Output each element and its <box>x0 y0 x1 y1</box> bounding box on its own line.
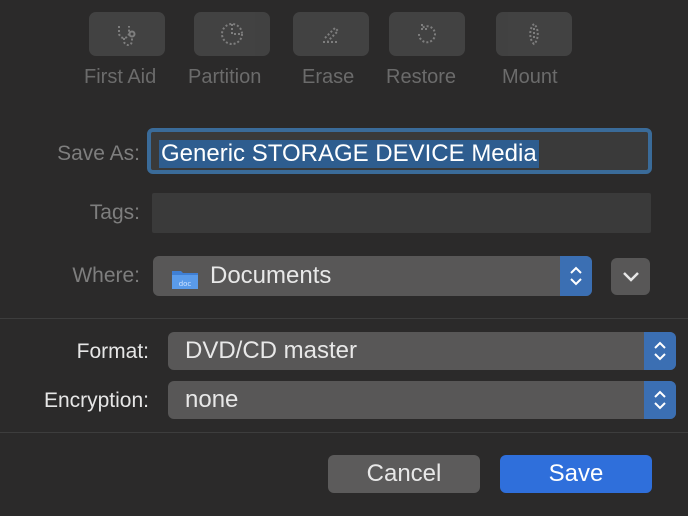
save-as-label: Save As: <box>57 142 140 165</box>
format-stepper[interactable] <box>644 332 676 370</box>
where-value: Documents <box>210 262 332 289</box>
mount-label: Mount <box>502 66 558 88</box>
stethoscope-icon <box>118 26 136 46</box>
restore-button[interactable] <box>389 12 465 56</box>
first-aid-button[interactable] <box>89 12 165 56</box>
up-down-chevron-icon <box>570 266 582 286</box>
encryption-label: Encryption: <box>43 389 149 412</box>
divider-top <box>0 318 688 319</box>
partition-label: Partition <box>188 66 262 88</box>
format-popup[interactable]: DVD/CD master <box>168 332 676 370</box>
cancel-button[interactable]: Cancel <box>328 455 480 493</box>
erase-icon <box>323 26 340 43</box>
toolbar: First Aid Partition Erase Restore Mount <box>0 0 688 100</box>
chevron-down-icon <box>623 272 639 282</box>
partition-button[interactable] <box>194 12 270 56</box>
where-stepper[interactable] <box>560 256 592 296</box>
where-popup[interactable]: doc Documents <box>153 256 592 296</box>
up-down-chevron-icon <box>654 390 666 410</box>
tags-label: Tags: <box>89 201 140 224</box>
mount-icon <box>529 22 539 46</box>
svg-text:doc: doc <box>179 280 192 288</box>
restore-label: Restore <box>386 66 457 88</box>
encryption-popup[interactable]: none <box>168 381 676 419</box>
first-aid-label: First Aid <box>84 66 157 88</box>
folder-icon: doc <box>172 271 198 289</box>
format-value: DVD/CD master <box>185 337 358 364</box>
tags-field[interactable] <box>152 193 651 233</box>
where-label: Where: <box>72 264 140 287</box>
save-as-input-text[interactable]: Generic STORAGE DEVICE Media <box>159 140 539 168</box>
save-as-field[interactable]: Generic STORAGE DEVICE Media <box>147 128 652 174</box>
mount-button[interactable] <box>496 12 572 56</box>
restore-icon <box>417 24 436 44</box>
format-label: Format: <box>76 340 149 363</box>
pie-chart-icon <box>221 23 243 45</box>
erase-button[interactable] <box>293 12 369 56</box>
encryption-stepper[interactable] <box>644 381 676 419</box>
encryption-value: none <box>185 386 239 413</box>
up-down-chevron-icon <box>654 341 666 361</box>
expand-button[interactable] <box>611 258 650 295</box>
save-button[interactable]: Save <box>500 455 652 493</box>
divider-bottom <box>0 432 688 433</box>
erase-label: Erase <box>302 66 355 88</box>
